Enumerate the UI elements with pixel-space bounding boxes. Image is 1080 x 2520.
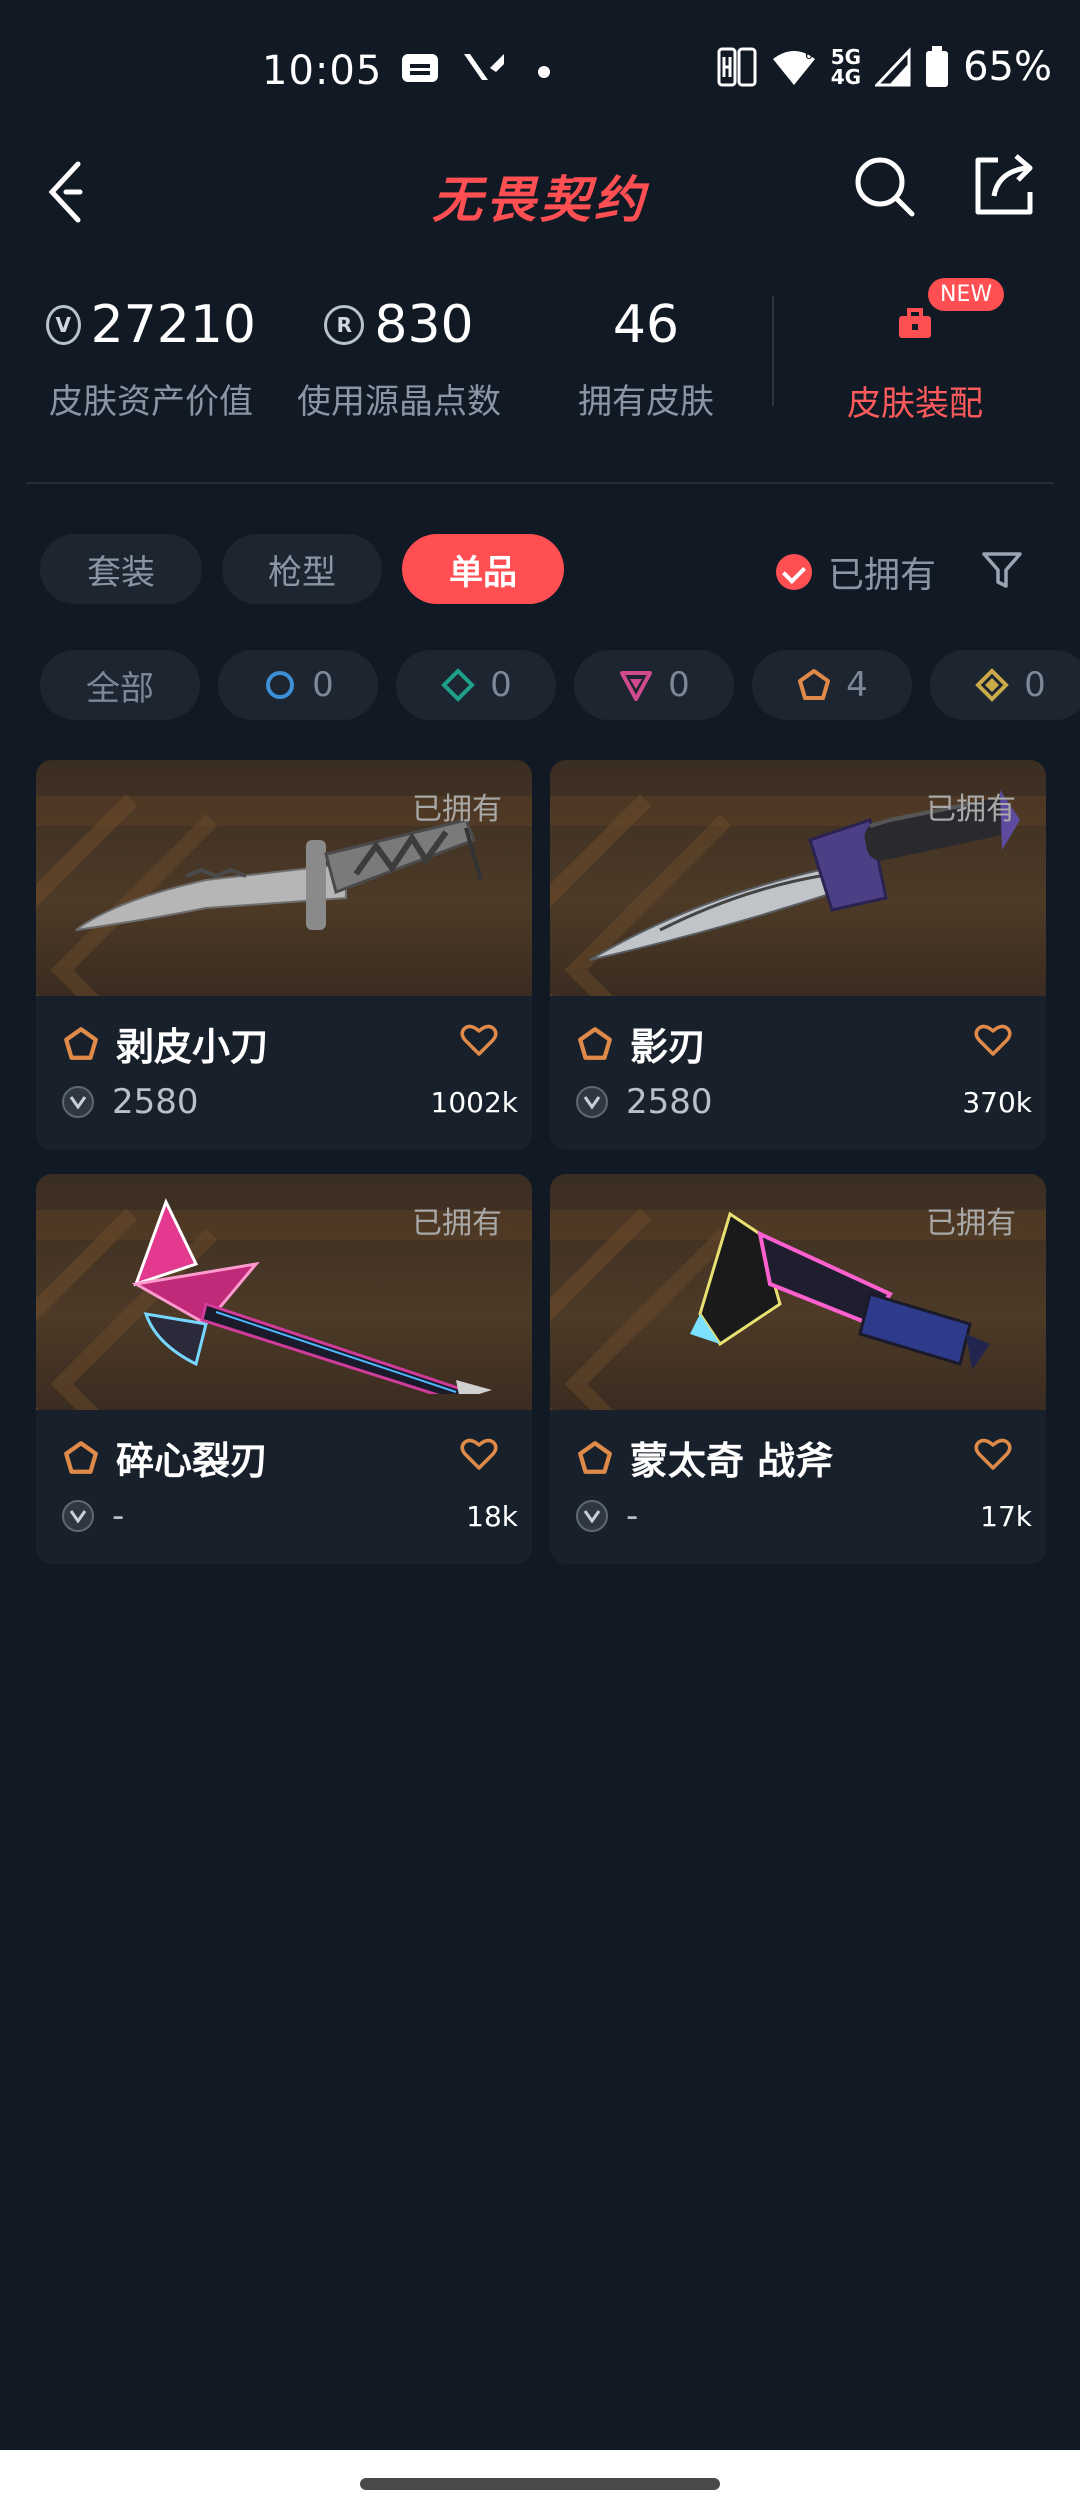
status-time: 10:05 — [262, 48, 383, 94]
chip-ultra-count: 0 — [1024, 665, 1046, 705]
chip-all[interactable]: 全部 — [40, 650, 200, 720]
radianite-label: 使用源晶点数 — [297, 382, 501, 422]
network-5g: 5G — [830, 45, 862, 69]
heart-icon[interactable] — [974, 1022, 1012, 1058]
item-image: 已拥有 — [550, 1174, 1046, 1410]
valorant-points-icon: V — [46, 305, 81, 345]
wifi-icon: 6 — [772, 48, 815, 85]
item-card[interactable]: 已拥有 影刃 2580 370k — [550, 760, 1046, 1150]
tab-bundles[interactable]: 套装 — [40, 534, 202, 604]
battery-icon — [926, 46, 949, 87]
item-name: 蒙太奇 战斧 — [630, 1439, 834, 1483]
owned-tag: 已拥有 — [926, 792, 1016, 827]
system-nav-bar — [0, 2450, 1080, 2520]
stats-divider — [772, 296, 774, 406]
owned-skins-number: 46 — [612, 295, 680, 355]
deluxe-tier-icon — [441, 668, 476, 702]
chip-deluxe-count: 0 — [490, 665, 512, 705]
item-name: 剥皮小刀 — [116, 1025, 269, 1069]
network-4g: 4G — [830, 65, 862, 89]
svg-text:6: 6 — [805, 48, 813, 62]
owned-tag: 已拥有 — [412, 792, 502, 827]
rarity-filter-chips: 全部 0 0 0 4 0 — [40, 650, 1080, 720]
share-icon[interactable] — [972, 150, 1038, 220]
skin-equip-label: 皮肤装配 — [847, 384, 983, 424]
heart-icon[interactable] — [460, 1022, 498, 1058]
item-image: 已拥有 — [550, 760, 1046, 996]
signal-icon — [875, 47, 911, 87]
chip-exclusive-count: 4 — [846, 665, 868, 705]
item-price: - — [112, 1496, 125, 1536]
owned-filter-toggle[interactable]: 已拥有 — [776, 546, 936, 598]
chip-deluxe[interactable]: 0 — [396, 650, 556, 720]
item-image: 已拥有 — [36, 1174, 532, 1410]
valorant-points-icon — [62, 1086, 94, 1118]
stat-skin-value: V 27210 皮肤资产价值 — [46, 290, 256, 423]
hd-icon — [717, 47, 757, 87]
battery-percent: 65% — [963, 44, 1052, 90]
skin-equip-button[interactable]: 皮肤装配 — [790, 290, 1040, 425]
message-icon — [402, 54, 438, 82]
item-name: 碎心裂刃 — [116, 1439, 269, 1483]
owned-tag: 已拥有 — [926, 1206, 1016, 1241]
new-badge: NEW — [928, 278, 1005, 311]
chip-exclusive[interactable]: 4 — [752, 650, 912, 720]
owned-tag: 已拥有 — [412, 1206, 502, 1241]
like-count: 370k — [962, 1086, 1032, 1119]
valorant-points-icon — [62, 1500, 94, 1532]
chip-ultra[interactable]: 0 — [930, 650, 1080, 720]
skin-value-number: 27210 — [90, 295, 256, 355]
item-price: 2580 — [112, 1082, 199, 1122]
chip-premium[interactable]: 0 — [574, 650, 734, 720]
chip-select-count: 0 — [312, 665, 334, 705]
search-icon[interactable] — [850, 152, 920, 222]
tab-single-items[interactable]: 单品 — [402, 534, 564, 604]
valorant-logo-icon — [464, 54, 504, 80]
home-indicator[interactable] — [360, 2478, 720, 2490]
premium-tier-icon — [620, 671, 653, 701]
select-tier-icon — [266, 671, 295, 699]
exclusive-tier-icon — [578, 1026, 612, 1060]
exclusive-tier-icon — [64, 1026, 98, 1060]
heart-icon[interactable] — [974, 1436, 1012, 1472]
chip-premium-count: 0 — [668, 665, 690, 705]
status-right-group: 6 5G 4G 65% — [717, 44, 1052, 90]
stats-panel: V 27210 皮肤资产价值 R 830 使用源晶点数 46 拥有皮肤 皮肤装配… — [0, 278, 1080, 460]
owned-skins-label: 拥有皮肤 — [578, 382, 714, 422]
owned-filter-label: 已拥有 — [828, 555, 937, 596]
filter-icon[interactable] — [980, 548, 1024, 592]
exclusive-tier-icon — [798, 669, 831, 700]
stat-radianite: R 830 使用源晶点数 — [294, 290, 504, 423]
network-type: 5G 4G — [831, 47, 861, 87]
item-card[interactable]: 已拥有 蒙太奇 战斧 - 17k — [550, 1174, 1046, 1564]
like-count: 17k — [980, 1500, 1032, 1533]
like-count: 18k — [466, 1500, 518, 1533]
tab-weapon-types[interactable]: 枪型 — [222, 534, 382, 604]
like-count: 1002k — [430, 1086, 518, 1119]
locker-icon — [899, 308, 931, 338]
item-card[interactable]: 已拥有 碎心裂刃 - 18k — [36, 1174, 532, 1564]
radianite-icon: R — [324, 305, 365, 345]
valorant-points-icon — [576, 1500, 608, 1532]
status-bar: 10:05 6 5G 4G 65% — [0, 0, 1080, 140]
item-card[interactable]: 已拥有 剥皮小刀 2580 1002k — [36, 760, 532, 1150]
chip-select[interactable]: 0 — [218, 650, 378, 720]
item-price: - — [626, 1496, 639, 1536]
valorant-points-icon — [576, 1086, 608, 1118]
check-icon — [776, 554, 812, 590]
item-price: 2580 — [626, 1082, 713, 1122]
item-name: 影刃 — [630, 1025, 707, 1069]
notification-dot-icon — [538, 66, 550, 78]
skin-value-label: 皮肤资产价值 — [49, 382, 253, 422]
stat-owned-skins: 46 拥有皮肤 — [546, 290, 746, 423]
divider — [26, 482, 1054, 484]
exclusive-tier-icon — [578, 1440, 612, 1474]
exclusive-tier-icon — [64, 1440, 98, 1474]
heart-icon[interactable] — [460, 1436, 498, 1472]
item-image: 已拥有 — [36, 760, 532, 996]
ultra-tier-icon — [975, 668, 1010, 702]
app-header: 无畏契约 — [0, 140, 1080, 280]
radianite-number: 830 — [374, 295, 474, 355]
chip-all-label: 全部 — [86, 668, 154, 709]
